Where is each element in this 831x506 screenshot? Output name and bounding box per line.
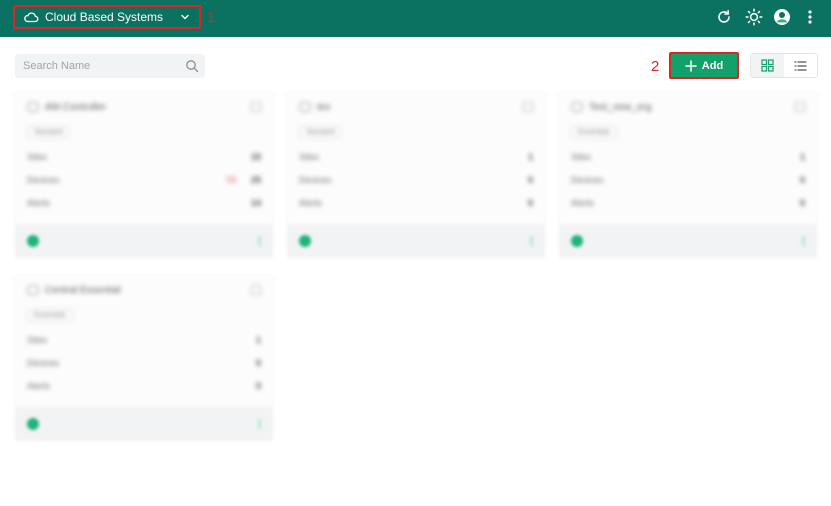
card-row-devices: Devices 0 [15,351,273,374]
row-value: 25 [250,174,261,185]
row-value: 0 [799,174,805,185]
card-row-devices: Devices 0 [559,168,817,191]
card-menu-icon[interactable] [795,102,805,112]
chevron-down-icon [179,11,191,23]
row-value: 0 [527,174,533,185]
card-body: Central Essential Essentials Sites 1 Dev… [15,276,273,397]
card-footer [559,224,817,258]
card-footer [15,407,273,441]
card-badge: Standard [27,126,70,139]
add-button-label: Add [701,59,724,72]
annotation-number-2: 2 [651,58,660,75]
card-row-alerts: Alerts 0 [15,374,273,397]
card-menu-icon[interactable] [251,102,261,112]
row-value: 0 [255,380,261,391]
card-title: Central Essential [45,284,121,296]
card-body: Test_new_org Essentials Sites 1 Devices … [559,93,817,214]
card-header: Central Essential [15,276,273,304]
card-footer [15,224,273,258]
organization-card[interactable]: Central Essential Essentials Sites 1 Dev… [15,276,273,441]
cloud-icon [299,102,311,112]
card-title: AM Controller [45,101,107,113]
system-selector-dropdown[interactable]: Cloud Based Systems [13,5,201,29]
status-dot-icon [299,235,311,247]
row-label: Devices [27,357,60,368]
card-row-sites: Sites 15 [15,145,273,168]
card-menu-icon[interactable] [523,102,533,112]
cloud-icon [27,102,39,112]
card-badge: Essentials [571,126,617,139]
organization-card[interactable]: tes Standard Sites 1 Devices 0 Alerts 0 [287,93,545,258]
row-value: 1 [799,151,805,162]
status-dot-icon [27,235,39,247]
card-row-sites: Sites 1 [559,145,817,168]
row-value: 14 [250,197,261,208]
refresh-icon[interactable] [715,8,733,26]
view-toggle [750,53,818,78]
card-footer [287,224,545,258]
row-label: Alerts [27,197,51,208]
plus-icon [685,59,697,72]
cloud-icon [27,285,39,295]
status-dot-icon [571,235,583,247]
launch-icon[interactable] [802,236,805,246]
card-badge: Standard [299,126,342,139]
add-button[interactable]: Add [669,52,739,79]
row-label: Alerts [571,197,595,208]
card-row-devices: Devices 0 [287,168,545,191]
system-selector-label: Cloud Based Systems [45,10,164,24]
launch-icon[interactable] [258,236,261,246]
row-label: Devices [571,174,604,185]
row-label: Devices [27,174,60,185]
sun-icon[interactable] [745,8,763,26]
launch-icon[interactable] [258,419,261,429]
list-view-icon[interactable] [784,54,817,77]
card-badge: Essentials [27,309,73,322]
row-value: 0 [799,197,805,208]
card-row-alerts: Alerts 14 [15,191,273,214]
search-input[interactable] [15,55,185,77]
card-menu-icon[interactable] [251,285,261,295]
row-value: 1 [527,151,533,162]
card-title: Test_new_org [589,101,652,113]
cloud-icon [23,11,39,23]
card-row-alerts: Alerts 0 [559,191,817,214]
annotation-number-1: 1 [207,9,216,26]
card-title: tes [317,101,331,113]
organization-card[interactable]: AM Controller Standard Sites 15 Devices … [15,93,273,258]
row-value: 1 [255,334,261,345]
row-label: Devices [299,174,332,185]
row-label: Sites [299,151,320,162]
card-header: Test_new_org [559,93,817,121]
row-label: Sites [571,151,592,162]
top-bar: Cloud Based Systems 1 [0,0,831,37]
search-icon[interactable] [185,59,199,73]
organization-card[interactable]: Test_new_org Essentials Sites 1 Devices … [559,93,817,258]
row-label: Sites [27,151,48,162]
card-row-alerts: Alerts 0 [287,191,545,214]
cloud-icon [571,102,583,112]
row-value: 15 [250,151,261,162]
more-vert-icon[interactable] [801,8,819,26]
row-label: Alerts [27,380,51,391]
card-body: AM Controller Standard Sites 15 Devices … [15,93,273,214]
card-row-sites: Sites 1 [287,145,545,168]
warning-count: 1|1 [226,175,237,184]
card-row-sites: Sites 1 [15,328,273,351]
card-body: tes Standard Sites 1 Devices 0 Alerts 0 [287,93,545,214]
row-value: 0 [255,357,261,368]
user-avatar-icon[interactable] [773,8,791,26]
row-label: Alerts [299,197,323,208]
launch-icon[interactable] [530,236,533,246]
row-label: Sites [27,334,48,345]
card-row-devices: Devices 1|1 25 [15,168,273,191]
card-header: tes [287,93,545,121]
card-header: AM Controller [15,93,273,121]
search-box [15,54,205,78]
grid-view-icon[interactable] [751,54,784,77]
status-dot-icon [27,418,39,430]
row-value: 0 [527,197,533,208]
